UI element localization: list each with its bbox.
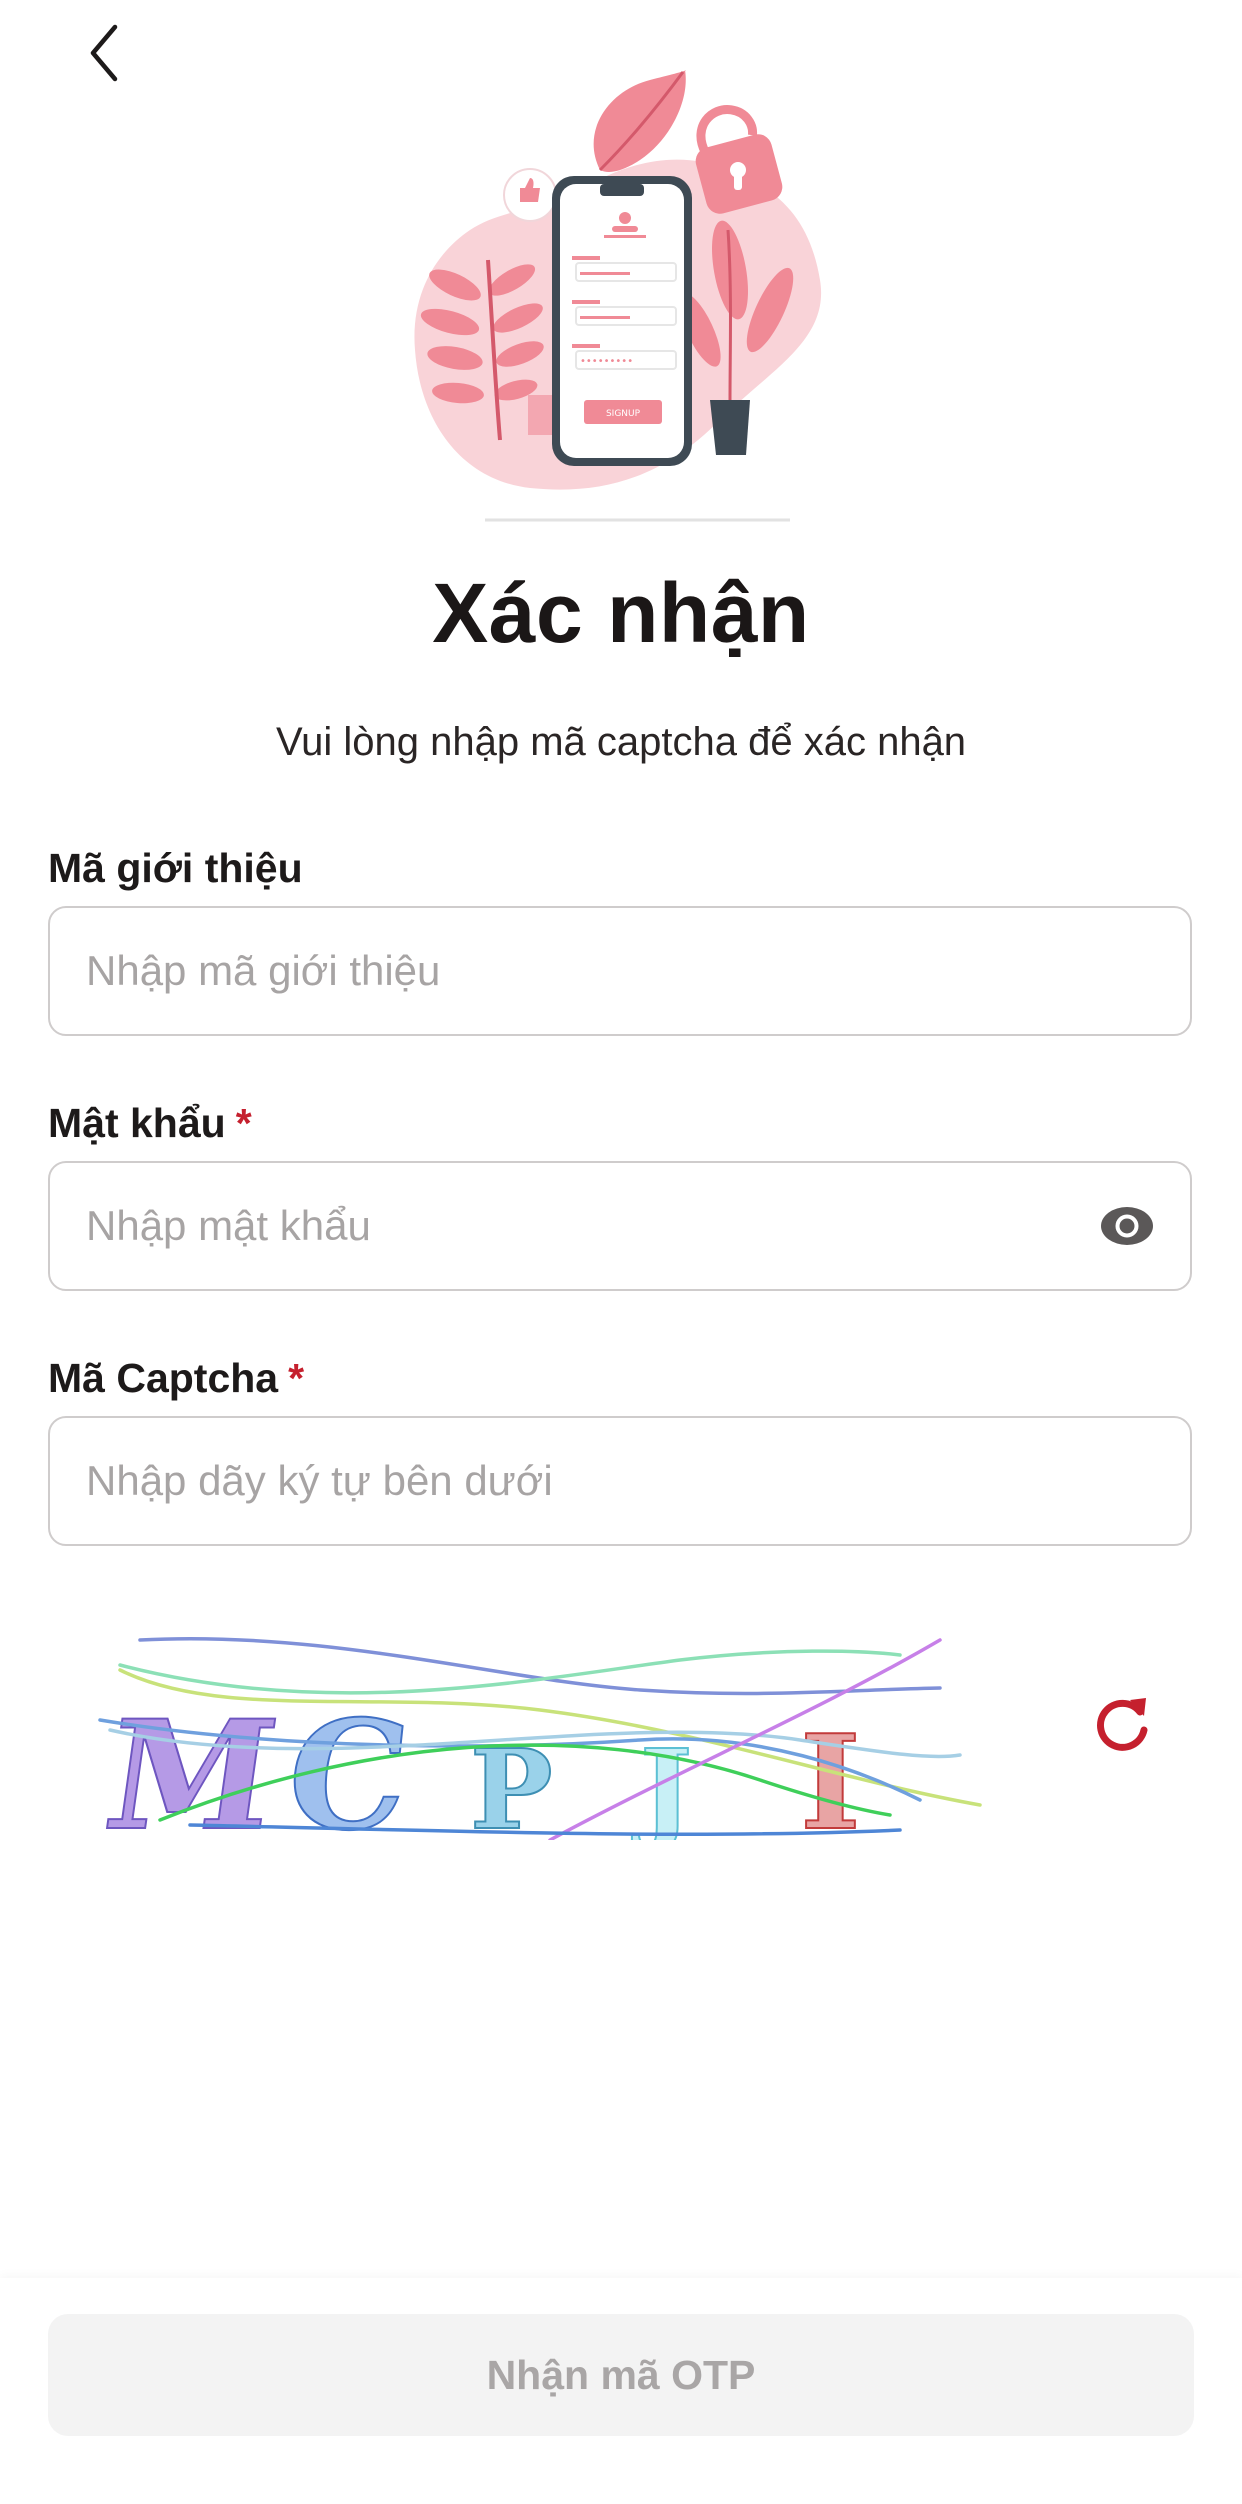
password-field[interactable] (48, 1161, 1192, 1291)
referral-label-text: Mã giới thiệu (48, 845, 303, 891)
referral-label: Mã giới thiệu (48, 845, 303, 892)
page-title: Xác nhận (432, 566, 810, 660)
signup-illustration: ••••••••• SIGNUP (414, 70, 822, 522)
svg-text:M: M (96, 1687, 287, 1840)
required-mark: * (288, 1355, 305, 1401)
captcha-label: Mã Captcha * (48, 1355, 304, 1402)
footer-bar: Nhận mã OTP (0, 2278, 1242, 2504)
password-label: Mật khẩu * (48, 1100, 252, 1147)
required-mark: * (235, 1100, 252, 1146)
page-subtitle: Vui lòng nhập mã captcha để xác nhận (275, 720, 967, 764)
eye-icon[interactable] (1100, 1199, 1154, 1253)
svg-text:SIGNUP: SIGNUP (606, 409, 641, 419)
svg-text:•••••••••: ••••••••• (580, 356, 633, 367)
chevron-left-icon (90, 24, 118, 82)
password-label-text: Mật khẩu (48, 1100, 226, 1146)
captcha-label-text: Mã Captcha (48, 1355, 279, 1401)
refresh-icon[interactable] (1090, 1690, 1154, 1754)
captcha-input[interactable] (86, 1457, 1154, 1505)
back-button[interactable] (70, 18, 140, 88)
captcha-field[interactable] (48, 1416, 1192, 1546)
get-otp-button[interactable]: Nhận mã OTP (48, 2314, 1194, 2436)
password-input[interactable] (86, 1202, 1084, 1250)
referral-input[interactable] (86, 947, 1154, 995)
referral-field[interactable] (48, 906, 1192, 1036)
captcha-image: M C P J I (95, 1636, 982, 1840)
